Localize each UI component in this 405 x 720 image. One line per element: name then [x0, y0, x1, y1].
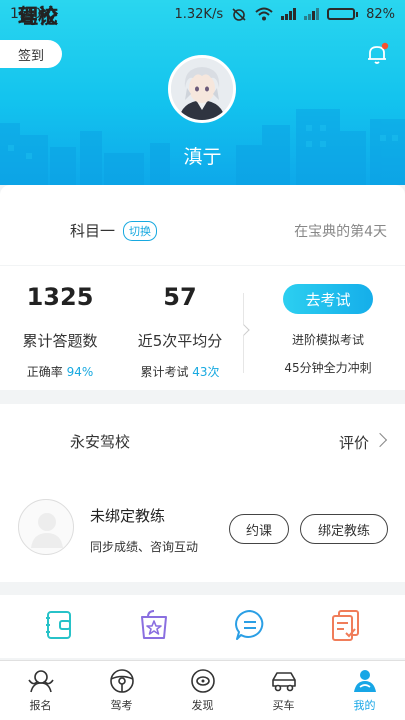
notification-dot — [381, 42, 389, 50]
car-icon — [271, 672, 296, 692]
exam-note-advanced: 进阶模拟考试 — [291, 333, 364, 347]
documents-icon[interactable] — [329, 608, 363, 642]
wifi-icon — [255, 7, 273, 21]
bind-coach-button[interactable]: 绑定教练 — [300, 514, 388, 544]
bottom-navigation: 报名 驾考 发现 买车 我的 — [0, 660, 405, 720]
status-time: 1:20 — [10, 6, 42, 22]
rate-link[interactable]: 评价 — [339, 432, 369, 453]
nav-label-exam: 驾考 — [110, 699, 133, 712]
coach-status: 未绑定教练 — [90, 507, 166, 525]
nav-label-buy-car: 买车 — [272, 699, 295, 712]
anime-avatar-image — [171, 58, 233, 120]
nav-item-signup[interactable]: 报名 — [0, 661, 81, 720]
go-exam-button[interactable]: 去考试 — [283, 284, 373, 314]
subject-label: 科目一 — [70, 222, 116, 240]
nav-label-profile: 我的 — [353, 699, 376, 712]
notebook-icon[interactable] — [42, 608, 76, 642]
nav-label-discover: 发现 — [191, 699, 214, 712]
accuracy-value: 94% — [66, 365, 94, 379]
answered-label: 累计答题数 — [22, 332, 98, 350]
exam-count-prefix: 累计考试 — [140, 365, 189, 379]
network-speed: 1.32K/s — [174, 6, 224, 22]
switch-subject-button[interactable]: 切换 — [123, 221, 157, 241]
battery-icon — [327, 8, 359, 20]
accuracy-prefix: 正确率 — [26, 365, 63, 379]
nav-item-discover[interactable]: 发现 — [162, 661, 243, 720]
battery-percent: 82% — [366, 6, 395, 22]
answered-count: 1325 — [26, 283, 94, 311]
nav-item-profile[interactable]: 我的 — [324, 661, 405, 720]
chat-icon[interactable] — [233, 608, 267, 642]
steering-wheel-icon — [109, 669, 134, 693]
nav-item-exam[interactable]: 驾考 — [81, 661, 162, 720]
nav-item-buy-car[interactable]: 买车 — [243, 661, 324, 720]
status-bar: 1:20 1.32K/s 82% — [0, 0, 405, 28]
accuracy-line: 正确率 94% — [10, 363, 110, 380]
avatar[interactable] — [168, 55, 236, 123]
discover-icon — [190, 669, 215, 693]
school-name: 永安驾校 — [70, 433, 131, 451]
exam-count-value: 43次 — [192, 365, 220, 379]
signup-icon — [27, 670, 54, 693]
star-bag-icon[interactable] — [137, 608, 171, 642]
nav-label-signup: 报名 — [29, 699, 52, 712]
driving-school-card — [0, 404, 405, 582]
exam-note-sprint: 45分钟全力冲刺 — [284, 361, 372, 375]
coach-subtitle: 同步成绩、咨询互动 — [90, 540, 199, 554]
signal-2-icon — [304, 8, 320, 20]
day-count-note: 在宝典的第4天 — [294, 224, 387, 240]
signin-button[interactable]: 签到 — [0, 40, 62, 68]
coach-avatar-placeholder — [18, 499, 74, 555]
book-lesson-button[interactable]: 约课 — [229, 514, 289, 544]
exam-count-line: 累计考试 43次 — [125, 363, 235, 380]
average-score-label: 近5次平均分 — [137, 332, 223, 350]
signal-1-icon — [281, 8, 297, 20]
bell-icon[interactable] — [365, 42, 389, 66]
alarm-off-icon — [232, 8, 246, 21]
profile-icon — [353, 670, 376, 692]
username: 滇亍 — [183, 146, 222, 168]
average-score: 57 — [163, 283, 197, 311]
